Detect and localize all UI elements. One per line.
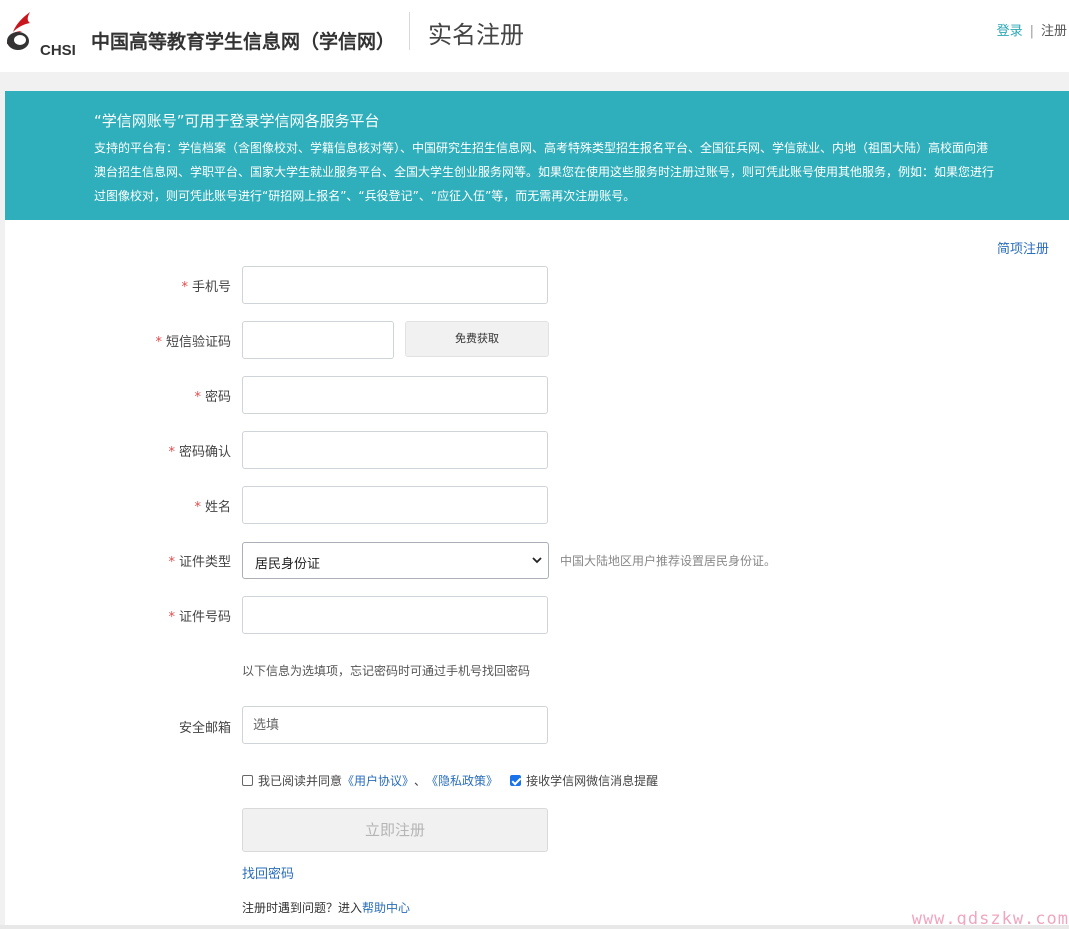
help-row: 注册时遇到问题？进入帮助中心 bbox=[242, 899, 410, 916]
help-center-link[interactable]: 帮助中心 bbox=[362, 901, 410, 915]
agreement-row: 我已阅读并同意 《用户协议》 、 《隐私政策》 接收学信网微信消息提醒 bbox=[242, 772, 658, 789]
phone-input[interactable] bbox=[242, 266, 548, 304]
required-mark: * bbox=[194, 500, 201, 515]
password-confirm-label: * 密码确认 bbox=[5, 441, 231, 460]
required-mark: * bbox=[168, 610, 175, 625]
get-sms-code-button[interactable]: 免费获取 bbox=[405, 321, 549, 357]
password-confirm-label-text: 密码确认 bbox=[178, 445, 231, 460]
id-type-label-text: 证件类型 bbox=[178, 555, 231, 570]
privacy-policy-link[interactable]: 《隐私政策》 bbox=[426, 772, 498, 789]
id-type-selected-value: 居民身份证 bbox=[255, 557, 321, 572]
register-link[interactable]: 注册 bbox=[1041, 24, 1067, 39]
password-label: * 密码 bbox=[5, 386, 231, 405]
email-label: 安全邮箱 bbox=[5, 717, 231, 736]
header-divider bbox=[409, 12, 410, 50]
sms-code-label-text: 短信验证码 bbox=[165, 335, 231, 350]
id-type-label: * 证件类型 bbox=[5, 551, 231, 570]
password-confirm-input[interactable] bbox=[242, 431, 548, 469]
wechat-notify-checkbox[interactable] bbox=[510, 775, 522, 786]
required-mark: * bbox=[194, 390, 201, 405]
bottom-strip bbox=[0, 925, 1069, 929]
banner-title: “学信网账号”可用于登录学信网各服务平台 bbox=[94, 112, 380, 130]
page-title: 实名注册 bbox=[428, 21, 524, 49]
find-password-link[interactable]: 找回密码 bbox=[242, 863, 294, 882]
name-label: * 姓名 bbox=[5, 496, 231, 515]
phone-label: * 手机号 bbox=[5, 276, 231, 295]
id-type-hint: 中国大陆地区用户推荐设置居民身份证。 bbox=[560, 554, 777, 568]
agree-separator: 、 bbox=[414, 774, 427, 788]
logo-text: CHSI bbox=[40, 42, 76, 59]
info-banner: “学信网账号”可用于登录学信网各服务平台 支持的平台有：学信档案（含图像校对、学… bbox=[5, 91, 1069, 220]
id-type-select[interactable]: 居民身份证 bbox=[242, 542, 549, 579]
required-mark: * bbox=[181, 280, 188, 295]
required-mark: * bbox=[168, 555, 175, 570]
id-number-label: * 证件号码 bbox=[5, 606, 231, 625]
optional-note: 以下信息为选填项，忘记密码时可通过手机号找回密码 bbox=[242, 664, 531, 678]
top-links-separator: | bbox=[1029, 24, 1034, 39]
required-mark: * bbox=[168, 445, 175, 460]
name-label-text: 姓名 bbox=[204, 500, 231, 515]
sms-code-input[interactable] bbox=[242, 321, 394, 359]
user-agreement-link[interactable]: 《用户协议》 bbox=[342, 772, 414, 789]
sms-code-label: * 短信验证码 bbox=[5, 331, 231, 350]
registration-card: “学信网账号”可用于登录学信网各服务平台 支持的平台有：学信档案（含图像校对、学… bbox=[5, 91, 1069, 929]
chevron-down-icon bbox=[532, 557, 542, 564]
help-text: 注册时遇到问题？进入 bbox=[242, 901, 363, 915]
email-label-text: 安全邮箱 bbox=[178, 721, 231, 736]
password-input[interactable] bbox=[242, 376, 548, 414]
submit-register-button[interactable]: 立即注册 bbox=[242, 808, 548, 852]
name-input[interactable] bbox=[242, 486, 548, 524]
id-number-label-text: 证件号码 bbox=[178, 610, 231, 625]
login-link[interactable]: 登录 bbox=[997, 24, 1023, 39]
simple-register-link[interactable]: 简项注册 bbox=[997, 238, 1049, 257]
site-name: 中国高等教育学生信息网（学信网） bbox=[91, 31, 396, 53]
required-mark: * bbox=[155, 335, 162, 350]
chsi-logo[interactable]: CHSI bbox=[4, 10, 80, 59]
id-number-input[interactable] bbox=[242, 596, 548, 634]
email-input[interactable] bbox=[242, 706, 548, 744]
agree-checkbox[interactable] bbox=[242, 775, 253, 786]
password-label-text: 密码 bbox=[204, 390, 231, 405]
top-header: CHSI 中国高等教育学生信息网（学信网） 实名注册 登录 | 注册 bbox=[0, 0, 1069, 72]
agree-text: 我已阅读并同意 bbox=[258, 774, 343, 788]
banner-description: 支持的平台有：学信档案（含图像校对、学籍信息核对等）、中国研究生招生信息网、高考… bbox=[94, 141, 995, 203]
top-links: 登录 | 注册 bbox=[997, 20, 1067, 39]
phone-label-text: 手机号 bbox=[191, 280, 231, 295]
wechat-notify-text: 接收学信网微信消息提醒 bbox=[526, 774, 659, 788]
